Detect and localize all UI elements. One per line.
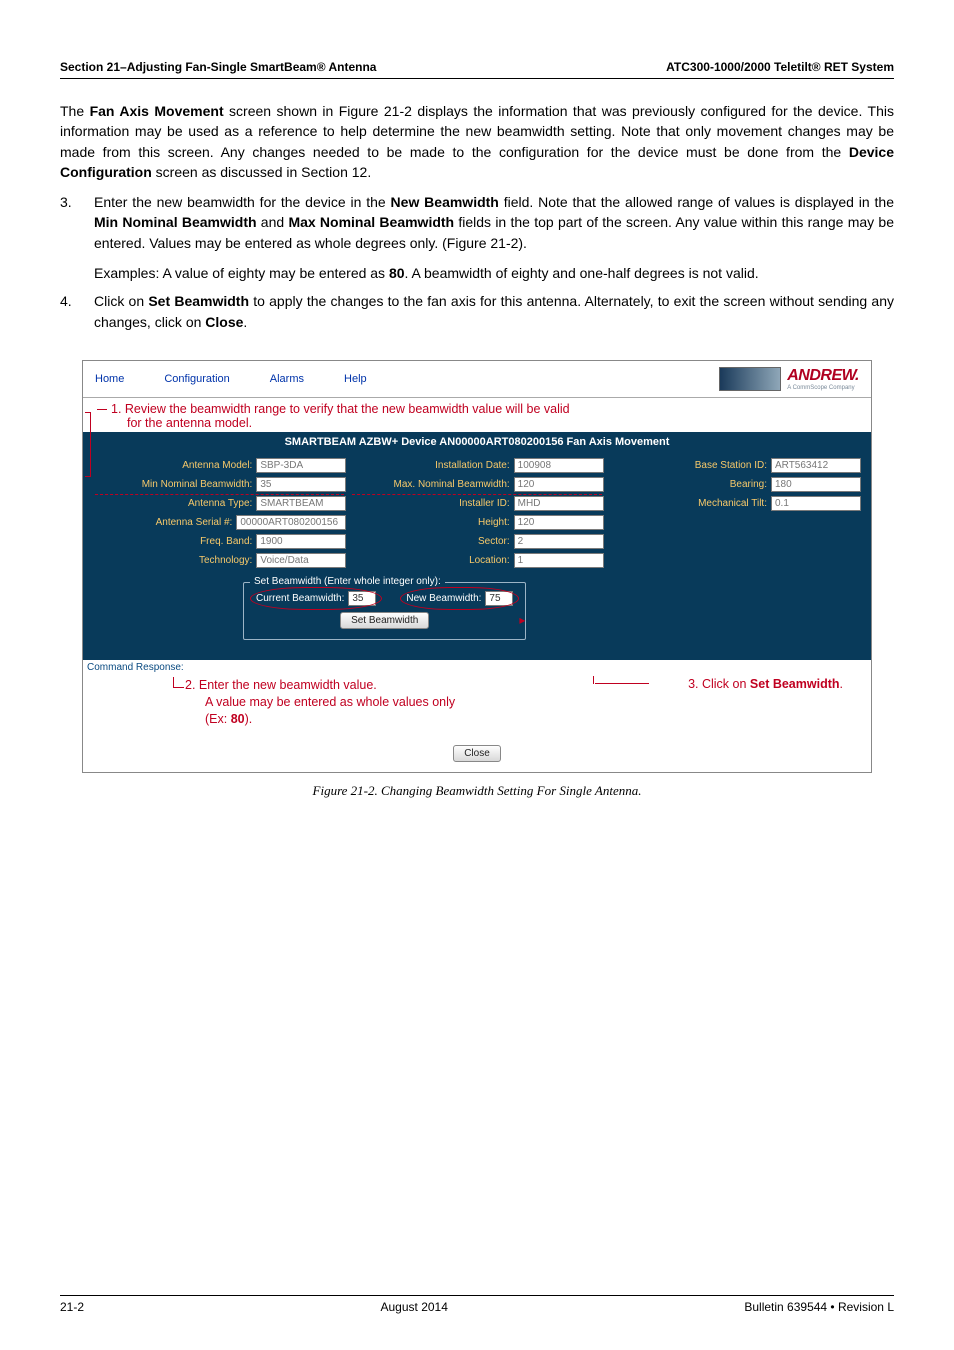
field-new-beamwidth: New Beamwidth: <box>406 591 513 606</box>
menu-configuration[interactable]: Configuration <box>164 373 229 385</box>
field-install-date: Installation Date: <box>350 458 603 473</box>
callout-2: 2. Enter the new beamwidth value. A valu… <box>185 677 515 728</box>
figure-caption: Figure 21-2. Changing Beamwidth Setting … <box>82 783 872 799</box>
brand-subtitle: A CommScope Company <box>787 385 859 391</box>
field-grid: Antenna Model: Installation Date: Base S… <box>83 452 871 574</box>
field-mech-tilt: Mechanical Tilt: <box>608 496 861 511</box>
field-technology: Technology: <box>93 553 346 568</box>
field-antenna-model: Antenna Model: <box>93 458 346 473</box>
menu-home[interactable]: Home <box>95 373 124 385</box>
field-min-nominal-bw: Min Nominal Beamwidth: <box>93 477 346 492</box>
field-freq-band: Freq. Band: <box>93 534 346 549</box>
field-bearing: Bearing: <box>608 477 861 492</box>
callout-corner <box>173 677 184 688</box>
freq-input[interactable] <box>256 534 346 549</box>
field-current-beamwidth: Current Beamwidth: <box>256 591 376 606</box>
menu-help[interactable]: Help <box>344 373 367 385</box>
antenna-type-input[interactable] <box>256 496 346 511</box>
command-response-area: Command Response: 2. Enter the new beamw… <box>83 660 871 772</box>
set-beamwidth-button[interactable]: Set Beamwidth <box>340 612 429 629</box>
command-response-box: 2. Enter the new beamwidth value. A valu… <box>87 673 867 733</box>
callout-tick <box>85 476 91 477</box>
rf-image-icon <box>719 367 781 391</box>
height-input[interactable] <box>514 515 604 530</box>
set-beamwidth-fieldset: Set Beamwidth (Enter whole integer only)… <box>243 582 526 640</box>
close-row: Close <box>87 733 867 770</box>
intro-paragraph: The Fan Axis Movement screen shown in Fi… <box>60 101 894 182</box>
tech-input[interactable] <box>256 553 346 568</box>
panel-title: SMARTBEAM AZBW+ Device AN00000ART0802001… <box>83 432 871 452</box>
callout-1: 1. Review the beamwidth range to verify … <box>83 398 871 432</box>
figure-21-2: Home Configuration Alarms Help ANDREW. A… <box>82 360 872 799</box>
callout-line <box>90 412 92 476</box>
callout-dash <box>97 409 107 410</box>
field-sector: Sector: <box>350 534 603 549</box>
sector-input[interactable] <box>514 534 604 549</box>
field-serial: Antenna Serial #: <box>93 515 346 530</box>
field-installer-id: Installer ID: <box>350 496 603 511</box>
mech-tilt-input[interactable] <box>771 496 861 511</box>
page-header: Section 21–Adjusting Fan-Single SmartBea… <box>60 60 894 79</box>
page: Section 21–Adjusting Fan-Single SmartBea… <box>0 0 954 1350</box>
device-panel: SMARTBEAM AZBW+ Device AN00000ART0802001… <box>83 432 871 660</box>
page-footer: 21-2 August 2014 Bulletin 639544 • Revis… <box>60 1295 894 1314</box>
installer-input[interactable] <box>514 496 604 511</box>
step-number: 3. <box>60 192 78 283</box>
max-bw-input[interactable] <box>514 477 604 492</box>
step-list: 3. Enter the new beamwidth for the devic… <box>60 192 894 332</box>
bearing-input[interactable] <box>771 477 861 492</box>
install-date-input[interactable] <box>514 458 604 473</box>
min-bw-input[interactable] <box>256 477 346 492</box>
close-button[interactable]: Close <box>453 745 501 762</box>
footer-page-num: 21-2 <box>60 1300 84 1314</box>
footer-date: August 2014 <box>381 1300 448 1314</box>
step-3-example: Examples: A value of eighty may be enter… <box>94 263 894 283</box>
callout-3: 3. Click on Set Beamwidth. <box>688 677 843 691</box>
fieldset-legend: Set Beamwidth (Enter whole integer only)… <box>250 576 445 587</box>
field-location: Location: <box>350 553 603 568</box>
menu-alarms[interactable]: Alarms <box>270 373 304 385</box>
callout-line <box>595 683 649 684</box>
serial-input[interactable] <box>236 515 346 530</box>
antenna-model-input[interactable] <box>256 458 346 473</box>
header-right: ATC300-1000/2000 Teletilt® RET System <box>666 60 894 74</box>
footer-bulletin: Bulletin 639544 • Revision L <box>744 1300 894 1314</box>
brand-area: ANDREW. A CommScope Company <box>719 367 859 391</box>
field-antenna-type: Antenna Type: <box>93 496 346 511</box>
step-3: 3. Enter the new beamwidth for the devic… <box>60 192 894 283</box>
menubar: Home Configuration Alarms Help ANDREW. A… <box>83 361 871 398</box>
brand-logo: ANDREW. A CommScope Company <box>787 367 859 391</box>
header-left: Section 21–Adjusting Fan-Single SmartBea… <box>60 60 376 74</box>
field-max-nominal-bw: Max. Nominal Beamwidth: <box>350 477 603 492</box>
location-input[interactable] <box>514 553 604 568</box>
base-station-input[interactable] <box>771 458 861 473</box>
callout-tick <box>85 412 91 413</box>
new-beamwidth-input[interactable] <box>485 591 513 606</box>
set-beamwidth-area: Set Beamwidth (Enter whole integer only)… <box>83 574 871 650</box>
current-beamwidth-input[interactable] <box>348 591 376 606</box>
step-4: 4. Click on Set Beamwidth to apply the c… <box>60 291 894 332</box>
step-number: 4. <box>60 291 78 332</box>
arrowhead-icon: ▸ <box>519 613 525 627</box>
app-window: Home Configuration Alarms Help ANDREW. A… <box>82 360 872 773</box>
command-response-label: Command Response: <box>87 662 867 673</box>
field-height: Height: <box>350 515 603 530</box>
field-base-station: Base Station ID: <box>608 458 861 473</box>
